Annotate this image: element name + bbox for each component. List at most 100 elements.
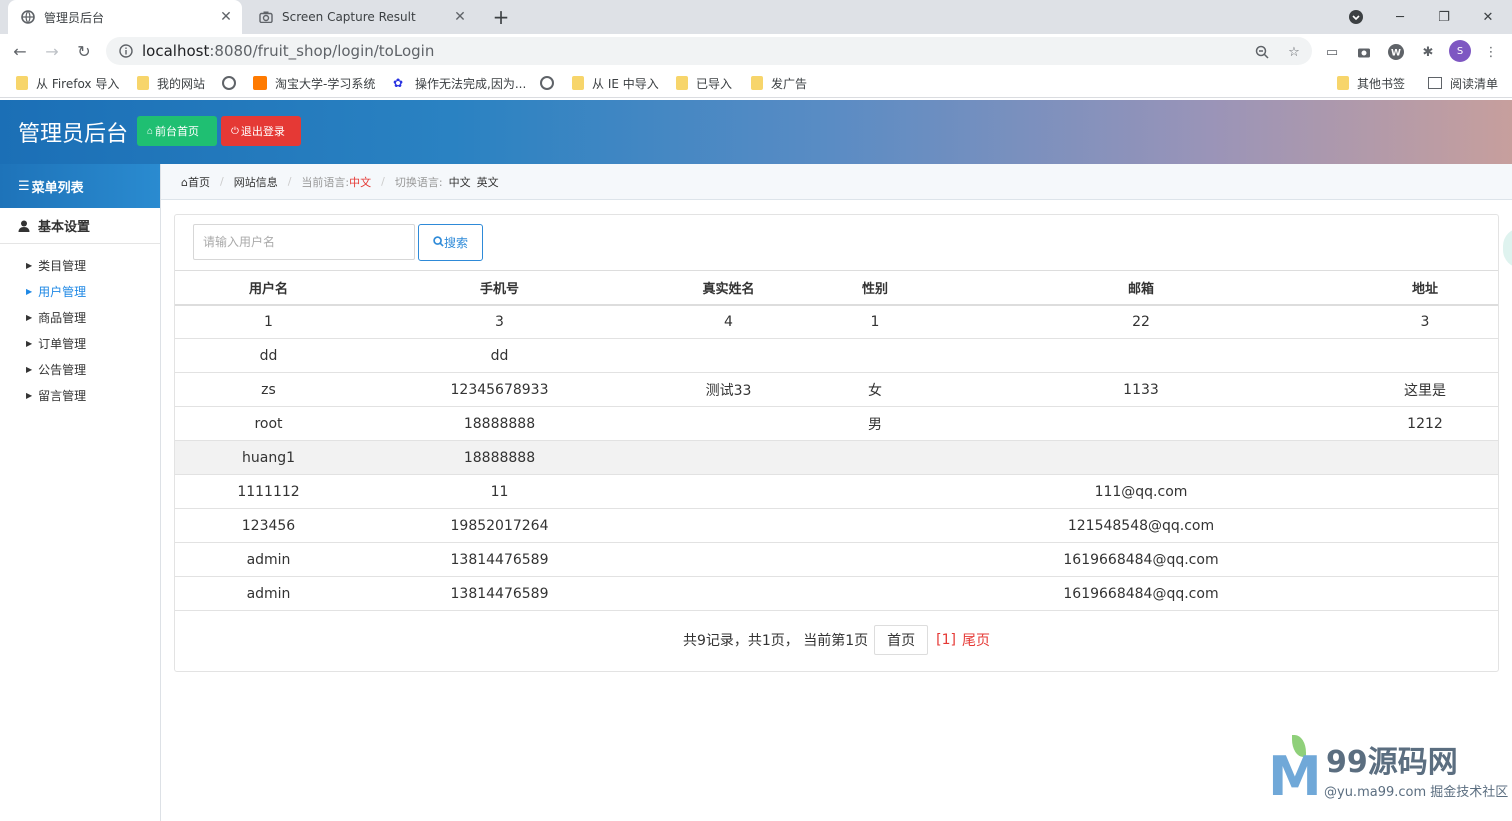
- section-basic-settings[interactable]: 基本设置: [0, 208, 160, 244]
- bookmark-imported[interactable]: 已导入: [676, 74, 732, 92]
- star-icon[interactable]: ☆: [1284, 42, 1304, 62]
- bookmark-ads[interactable]: 发广告: [751, 74, 807, 92]
- logout-button[interactable]: ⏻ 退出登录: [221, 116, 301, 146]
- table-cell: [930, 440, 1352, 475]
- breadcrumb-site-info[interactable]: 网站信息: [234, 174, 278, 190]
- puzzle-extensions-icon[interactable]: ✱: [1418, 42, 1438, 62]
- w-extension-icon[interactable]: W: [1386, 42, 1406, 62]
- minimize-icon[interactable]: ─: [1378, 0, 1422, 34]
- table-cell: 121548548@qq.com: [930, 508, 1352, 543]
- breadcrumb-separator: /: [219, 175, 224, 188]
- folder-icon: [1337, 76, 1349, 90]
- table-cell: 1111112: [175, 474, 362, 509]
- table-cell: 1133: [930, 372, 1352, 407]
- table-cell: dd: [175, 338, 362, 373]
- table-cell: 13814476589: [362, 542, 637, 577]
- table-body: 1 3 4 1 22 3 dd dd zs 12345678933 测试33 女 1133 这里是 root…: [175, 304, 1498, 611]
- new-tab-plus-icon[interactable]: +: [488, 4, 514, 30]
- table-cell: [820, 576, 930, 611]
- table-cell: [930, 406, 1352, 441]
- sidebar-item-messages[interactable]: ▶ 留言管理: [0, 382, 160, 408]
- sidebar-item-users[interactable]: ▶ 用户管理: [0, 278, 160, 304]
- table-row: 1 3 4 1 22 3: [175, 304, 1498, 339]
- table-cell: 男: [820, 406, 930, 441]
- table-cell: [930, 338, 1352, 373]
- table-cell: 111@qq.com: [930, 474, 1352, 509]
- side-float-tab[interactable]: [1503, 228, 1512, 268]
- browser-tab-admin[interactable]: 管理员后台 ✕: [8, 0, 242, 34]
- camera-icon[interactable]: [1354, 42, 1374, 62]
- reload-icon[interactable]: ↻: [72, 39, 96, 63]
- cast-icon[interactable]: ▭: [1322, 42, 1342, 62]
- zoom-icon[interactable]: [1252, 42, 1272, 62]
- table-cell: [820, 542, 930, 577]
- sidebar-item-category[interactable]: ▶ 类目管理: [0, 252, 160, 278]
- caret-right-icon: ▶: [26, 338, 33, 348]
- pagination-summary: 共9记录，共1页， 当前第1页: [682, 633, 869, 649]
- table-cell: [1352, 338, 1498, 373]
- caret-right-icon: ▶: [26, 260, 33, 270]
- bookmark-globe[interactable]: [222, 74, 244, 92]
- frontend-home-button[interactable]: ⌂ 前台首页: [137, 116, 217, 146]
- table-cell: 女: [820, 372, 930, 407]
- profile-avatar[interactable]: S: [1449, 40, 1471, 62]
- table-row: zs 12345678933 测试33 女 1133 这里是: [175, 372, 1498, 407]
- breadcrumb-separator: /: [287, 175, 292, 188]
- breadcrumb-home[interactable]: ⌂首页: [181, 174, 210, 190]
- column-header: 地址: [1352, 270, 1498, 306]
- table-cell: [637, 542, 820, 577]
- language-zh-link[interactable]: 中文: [449, 174, 471, 190]
- current-page-link[interactable]: [1]: [936, 632, 956, 648]
- table-cell: 1212: [1352, 406, 1498, 441]
- bookmark-other[interactable]: 其他书签: [1337, 74, 1405, 92]
- caret-right-icon: ▶: [26, 286, 33, 296]
- table-cell: 12345678933: [362, 372, 637, 407]
- last-page-link[interactable]: 尾页: [962, 630, 990, 650]
- sidebar-item-notices[interactable]: ▶ 公告管理: [0, 356, 160, 382]
- sidebar-item-orders[interactable]: ▶ 订单管理: [0, 330, 160, 356]
- watermark-sub: @yu.ma99.com 掘金技术社区: [1324, 785, 1509, 800]
- window-close-icon[interactable]: ✕: [1466, 0, 1510, 34]
- bookmarks-bar: 从 Firefox 导入 我的网站 淘宝大学-学习系统 ✿ 操作无法完成,因为..…: [0, 68, 1512, 98]
- table-cell: 1: [175, 304, 362, 339]
- globe-icon: [540, 76, 554, 90]
- bookmark-baidu[interactable]: ✿ 操作无法完成,因为...: [393, 74, 526, 92]
- reading-list[interactable]: 阅读清单: [1428, 74, 1498, 92]
- forward-arrow-icon[interactable]: →: [40, 39, 64, 63]
- sidebar-menu: ▶ 类目管理 ▶ 用户管理 ▶ 商品管理 ▶ 订单管理 ▶ 公告管理 ▶ 留言管理: [0, 244, 160, 408]
- url-text: localhost:8080/fruit_shop/login/toLogin: [142, 42, 435, 60]
- watermark: M 99源码网 @yu.ma99.com 掘金技术社区: [1264, 735, 1512, 821]
- reading-list-icon: [1428, 77, 1442, 89]
- folder-icon: [572, 76, 584, 90]
- back-arrow-icon[interactable]: ←: [8, 39, 32, 63]
- close-icon[interactable]: ✕: [216, 7, 236, 27]
- browser-tab-capture[interactable]: Screen Capture Result ✕: [246, 0, 476, 34]
- username-search-input[interactable]: [193, 224, 415, 260]
- user-list-panel: 搜索 用户名 手机号 真实姓名 性别 邮箱 地址 1341223ddddzs12…: [174, 214, 1499, 672]
- bookmark-taobao[interactable]: 淘宝大学-学习系统: [253, 74, 375, 92]
- address-bar[interactable]: localhost:8080/fruit_shop/login/toLogin: [106, 37, 1312, 65]
- close-icon[interactable]: ✕: [450, 7, 470, 27]
- bookmark-my-site[interactable]: 我的网站: [137, 74, 205, 92]
- globe-icon: [20, 9, 36, 25]
- table-cell: 11: [362, 474, 637, 509]
- maximize-icon[interactable]: ❐: [1422, 0, 1466, 34]
- table-cell: [637, 406, 820, 441]
- table-cell: [1352, 542, 1498, 577]
- svg-text:W: W: [1391, 49, 1401, 59]
- bookmark-globe-2[interactable]: [540, 74, 562, 92]
- bookmark-ie[interactable]: 从 IE 中导入: [572, 74, 659, 92]
- hamburger-icon: ☰: [18, 178, 30, 194]
- table-cell: 4: [637, 304, 820, 339]
- sidebar-item-products[interactable]: ▶ 商品管理: [0, 304, 160, 330]
- tab-search-icon[interactable]: [1334, 0, 1378, 34]
- bookmark-firefox[interactable]: 从 Firefox 导入: [16, 74, 119, 92]
- info-icon[interactable]: [118, 43, 134, 59]
- more-menu-icon[interactable]: ⋮: [1481, 42, 1501, 62]
- table-cell: [637, 474, 820, 509]
- table-cell: 18888888: [362, 406, 637, 441]
- language-en-link[interactable]: 英文: [477, 174, 499, 190]
- first-page-button[interactable]: 首页: [874, 625, 929, 655]
- table-row: 1111112 11 111@qq.com: [175, 474, 1498, 509]
- search-button[interactable]: 搜索: [418, 224, 483, 261]
